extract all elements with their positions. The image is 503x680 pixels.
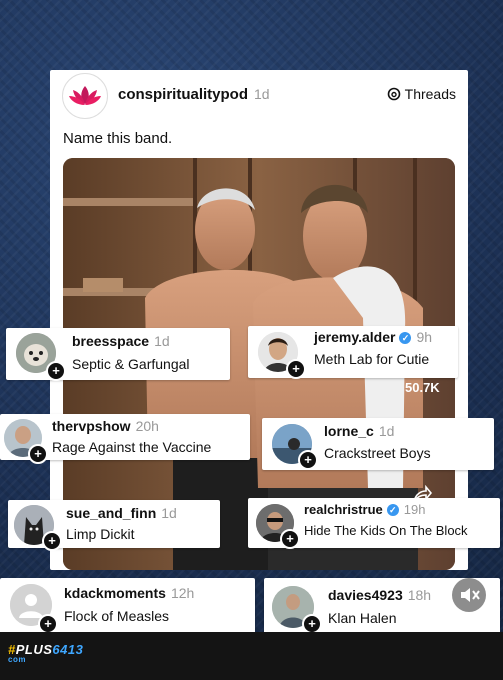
comment-card[interactable]: + lorne_c 1d Crackstreet Boys xyxy=(262,418,494,470)
comment-age: 1d xyxy=(154,333,170,349)
mute-button[interactable] xyxy=(452,578,486,612)
username-text[interactable]: lorne_c xyxy=(324,423,374,439)
comment-username[interactable]: davies4923 18h xyxy=(328,587,431,603)
post-text: Name this band. xyxy=(63,130,173,147)
comment-card[interactable]: + kdackmoments 12h Flock of Measles xyxy=(0,578,255,634)
post-age: 1d xyxy=(254,86,270,102)
follow-plus-icon[interactable]: + xyxy=(298,450,318,470)
comment-age: 12h xyxy=(170,585,195,601)
comment-username[interactable]: lorne_c 1d xyxy=(324,423,394,439)
comment-card[interactable]: + breesspace 1d Septic & Garfungal xyxy=(6,328,230,381)
comment-text: Rage Against the Vaccine xyxy=(52,439,212,455)
comment-age: 1d xyxy=(161,505,177,521)
watermark-number: 6413 xyxy=(52,642,84,657)
comment-text: Meth Lab for Cutie xyxy=(314,351,430,367)
follow-plus-icon[interactable]: + xyxy=(286,359,306,379)
comment-age: 1d xyxy=(378,423,395,439)
speaker-muted-icon xyxy=(461,588,480,602)
comment-text: Septic & Garfungal xyxy=(72,356,190,372)
comment-username[interactable]: realchristrue ✓ 19h xyxy=(304,502,425,517)
author-username[interactable]: conspiritualitypod xyxy=(118,86,248,103)
threads-post-card[interactable]: conspiritualitypod 1d Threads Name this b… xyxy=(50,70,468,570)
follow-plus-icon[interactable]: + xyxy=(302,614,322,634)
comment-username[interactable]: thervpshow 20h xyxy=(52,418,159,434)
threads-logo-icon xyxy=(387,87,400,101)
comment-text: Hide The Kids On The Block xyxy=(304,523,468,538)
follow-plus-icon[interactable]: + xyxy=(42,531,62,551)
comment-text: Klan Halen xyxy=(328,610,397,626)
comment-text: Crackstreet Boys xyxy=(324,445,431,461)
comment-card[interactable]: + sue_and_finn 1d Limp Dickit xyxy=(8,500,220,551)
comment-age: 19h xyxy=(403,502,426,517)
username-text[interactable]: sue_and_finn xyxy=(66,505,156,521)
author-avatar[interactable] xyxy=(62,73,108,119)
username-text[interactable]: breesspace xyxy=(72,333,149,349)
comment-username[interactable]: jeremy.alder ✓ 9h xyxy=(314,329,432,345)
comment-age: 20h xyxy=(135,418,159,434)
post-author-name[interactable]: conspiritualitypod 1d xyxy=(118,86,270,103)
view-count: 50.7K xyxy=(405,380,440,395)
platform-label: Threads xyxy=(404,86,456,102)
comment-username[interactable]: kdackmoments 12h xyxy=(64,585,194,601)
comment-card[interactable]: + realchristrue ✓ 19h Hide The Kids On The… xyxy=(248,498,500,549)
comment-age: 18h xyxy=(407,587,432,603)
comment-username[interactable]: breesspace 1d xyxy=(72,333,170,349)
comment-card[interactable]: + jeremy.alder ✓ 9h Meth Lab for Cutie xyxy=(248,326,458,379)
verified-badge-icon: ✓ xyxy=(386,504,399,516)
lotus-logo-icon xyxy=(69,86,101,105)
comment-text: Flock of Measles xyxy=(64,608,170,624)
watermark-logo: #PLUS6413 com xyxy=(8,642,83,664)
username-text[interactable]: davies4923 xyxy=(328,587,403,603)
username-text[interactable]: kdackmoments xyxy=(64,585,166,601)
comment-card[interactable]: + thervpshow 20h Rage Against the Vaccine xyxy=(0,414,250,464)
verified-badge-icon: ✓ xyxy=(399,332,412,344)
follow-plus-icon[interactable]: + xyxy=(280,529,300,549)
follow-plus-icon[interactable]: + xyxy=(38,614,58,634)
comment-age: 9h xyxy=(416,329,433,345)
username-text[interactable]: jeremy.alder xyxy=(314,329,395,345)
comment-username[interactable]: sue_and_finn 1d xyxy=(66,505,177,521)
follow-plus-icon[interactable]: + xyxy=(28,444,48,464)
username-text[interactable]: realchristrue xyxy=(304,502,383,517)
comment-text: Limp Dickit xyxy=(66,526,135,542)
follow-plus-icon[interactable]: + xyxy=(46,361,66,381)
username-text[interactable]: thervpshow xyxy=(52,418,131,434)
threads-badge: Threads xyxy=(387,86,456,102)
